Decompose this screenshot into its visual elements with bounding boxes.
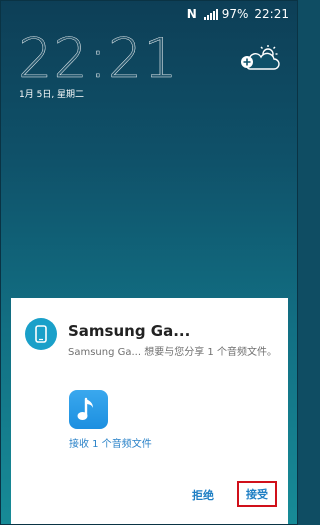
nfc-icon: N	[186, 7, 197, 21]
lockscreen-date: 1月 5日, 星期二	[19, 90, 85, 100]
share-dialog: Samsung Ga... Samsung Ga... 想要与您分享 1 个音频…	[11, 298, 288, 524]
battery-level: 97%	[221, 7, 249, 21]
decline-button[interactable]: 拒绝	[185, 484, 221, 506]
dialog-title: Samsung Ga...	[68, 322, 191, 340]
dialog-message: Samsung Ga... 想要与您分享 1 个音频文件。	[68, 347, 277, 358]
status-time: 22:21	[254, 7, 289, 21]
music-note-icon[interactable]	[69, 390, 108, 429]
signal-icon	[203, 8, 218, 20]
accept-button[interactable]: 接受	[237, 481, 277, 507]
lockscreen-clock-outline: 22:21	[18, 27, 179, 90]
lock-screen: N 97% 22:21 22:21 22:21 1月 5日, 星期二 Samsu…	[0, 0, 298, 525]
weather-icon[interactable]	[238, 43, 282, 73]
file-label[interactable]: 接收 1 个音频文件	[69, 435, 152, 450]
status-bar: N 97% 22:21	[1, 1, 297, 27]
app-icon	[25, 318, 57, 350]
